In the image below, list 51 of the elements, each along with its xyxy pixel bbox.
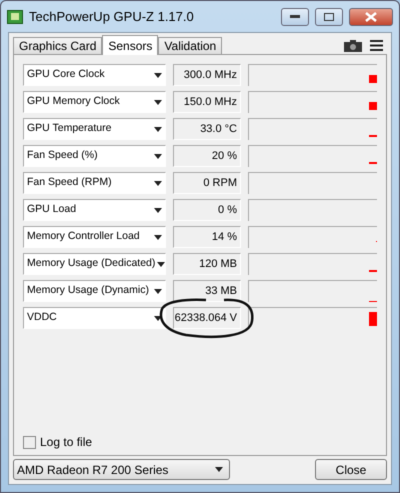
sensor-dropdown[interactable]: Fan Speed (RPM): [23, 172, 166, 194]
caret-icon: [154, 234, 162, 240]
sensor-value: 0 RPM: [173, 172, 241, 194]
menu-icon[interactable]: [370, 40, 383, 51]
sensor-value: 150.0 MHz: [173, 91, 241, 113]
sensor-value: 120 MB: [173, 253, 241, 275]
caret-icon: [154, 126, 162, 132]
sensor-value: 62338.064 V: [173, 307, 241, 329]
sensor-dropdown[interactable]: Fan Speed (%): [23, 145, 166, 167]
caret-icon: [215, 467, 223, 472]
graph-bar: [369, 102, 377, 110]
caret-icon: [154, 316, 162, 320]
caret-icon: [154, 100, 162, 104]
app-icon: [7, 10, 23, 24]
minimize-button[interactable]: [281, 8, 309, 26]
close-button[interactable]: Close: [315, 459, 387, 480]
sensor-dropdown[interactable]: GPU Load: [23, 199, 166, 221]
sensor-value: 0 %: [173, 199, 241, 221]
caret-icon: [154, 154, 162, 158]
maximize-icon: [324, 12, 334, 20]
graph-bar: [369, 312, 377, 326]
log-checkbox[interactable]: [23, 436, 36, 448]
sensor-dropdown[interactable]: VDDC: [23, 307, 166, 329]
sensor-dropdown[interactable]: GPU Memory Clock: [23, 91, 166, 113]
window-title: TechPowerUp GPU-Z 1.17.0: [29, 8, 195, 26]
maximize-button[interactable]: [315, 8, 343, 26]
caret-icon: [154, 288, 162, 294]
checkbox-label: Log to file: [40, 434, 92, 451]
caret-icon: [154, 208, 162, 212]
camera-icon[interactable]: [344, 40, 362, 52]
gpu-dropdown[interactable]: AMD Radeon R7 200 Series: [13, 459, 230, 480]
tab[interactable]: Graphics Card: [13, 37, 102, 54]
sensor-value: 20 %: [173, 145, 241, 167]
sensor-dropdown[interactable]: Memory Controller Load: [23, 226, 166, 248]
tab[interactable]: Sensors: [102, 35, 158, 55]
close-icon: [365, 12, 377, 22]
sensor-value: 300.0 MHz: [173, 64, 241, 86]
graph-bar: [369, 75, 377, 83]
sensor-dropdown[interactable]: GPU Core Clock: [23, 64, 166, 86]
sensor-value: 14 %: [173, 226, 241, 248]
tab[interactable]: Validation: [158, 37, 222, 54]
minimize-icon: [290, 14, 300, 18]
close-window-button[interactable]: [349, 8, 393, 26]
sensor-dropdown[interactable]: Memory Usage (Dynamic): [23, 280, 166, 302]
sensor-value: 33 MB: [173, 280, 241, 302]
caret-icon: [154, 180, 162, 186]
caret-icon: [157, 262, 166, 266]
sensor-dropdown[interactable]: GPU Temperature: [23, 118, 166, 140]
sensor-value: 33.0 °C: [173, 118, 241, 140]
sensor-dropdown[interactable]: Memory Usage (Dedicated): [23, 253, 166, 275]
caret-icon: [154, 72, 162, 78]
